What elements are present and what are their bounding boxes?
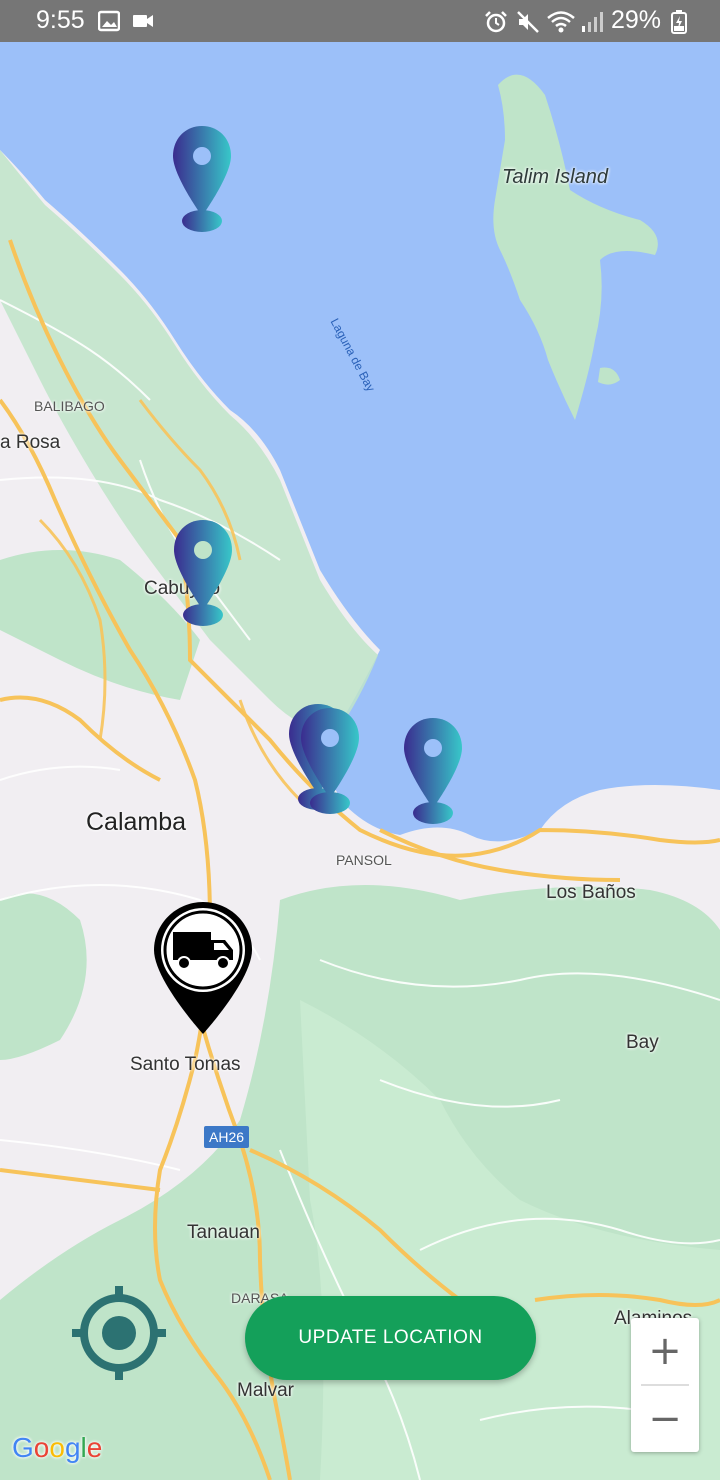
zoom-out-button[interactable]: − [631, 1386, 699, 1452]
map-label-balibago: BALIBAGO [34, 398, 105, 414]
google-letter: o [49, 1432, 65, 1463]
map-label-los-banos: Los Baños [546, 882, 636, 903]
truck-location-pin-icon[interactable] [151, 900, 255, 1036]
location-pin-icon[interactable] [171, 518, 235, 630]
location-pin-icon[interactable] [401, 716, 465, 828]
map-label-pansol: PANSOL [336, 852, 392, 868]
video-icon [133, 15, 153, 27]
map-label-talim-island: Talim Island [502, 166, 608, 188]
location-pin-icon[interactable] [170, 124, 234, 236]
map-label-bay: Bay [626, 1032, 659, 1053]
google-letter: e [86, 1432, 103, 1463]
status-time: 9:55 [36, 6, 85, 34]
google-letter: G [12, 1432, 34, 1463]
location-pin-icon[interactable] [298, 706, 362, 818]
map-label-santo-tomas: Santo Tomas [130, 1054, 241, 1075]
alarm-icon [485, 11, 507, 33]
battery-icon [671, 10, 687, 34]
signal-icon [582, 12, 603, 32]
mute-icon [517, 11, 539, 33]
zoom-in-button[interactable]: + [631, 1318, 699, 1384]
map-view[interactable]: Talim Island Laguna de Bay BALIBAGO a Ro… [0, 42, 720, 1480]
map-label-calamba: Calamba [86, 808, 187, 836]
battery-percent: 29% [611, 6, 662, 34]
map-label-malvar: Malvar [237, 1380, 295, 1401]
google-letter: o [33, 1432, 50, 1463]
route-shield-ah26: AH26 [204, 1126, 250, 1148]
my-location-button-icon[interactable] [72, 1286, 166, 1380]
status-bar: 9:55 29% [0, 0, 720, 42]
map-label-santa-rosa: a Rosa [0, 432, 61, 453]
google-letter: g [64, 1432, 81, 1463]
image-icon [98, 10, 120, 32]
update-location-button[interactable]: UPDATE LOCATION [245, 1296, 536, 1380]
map-label-tanauan: Tanauan [187, 1222, 260, 1243]
wifi-icon [547, 11, 575, 33]
zoom-controls: + − [631, 1318, 699, 1452]
google-logo: Google [12, 1432, 102, 1464]
